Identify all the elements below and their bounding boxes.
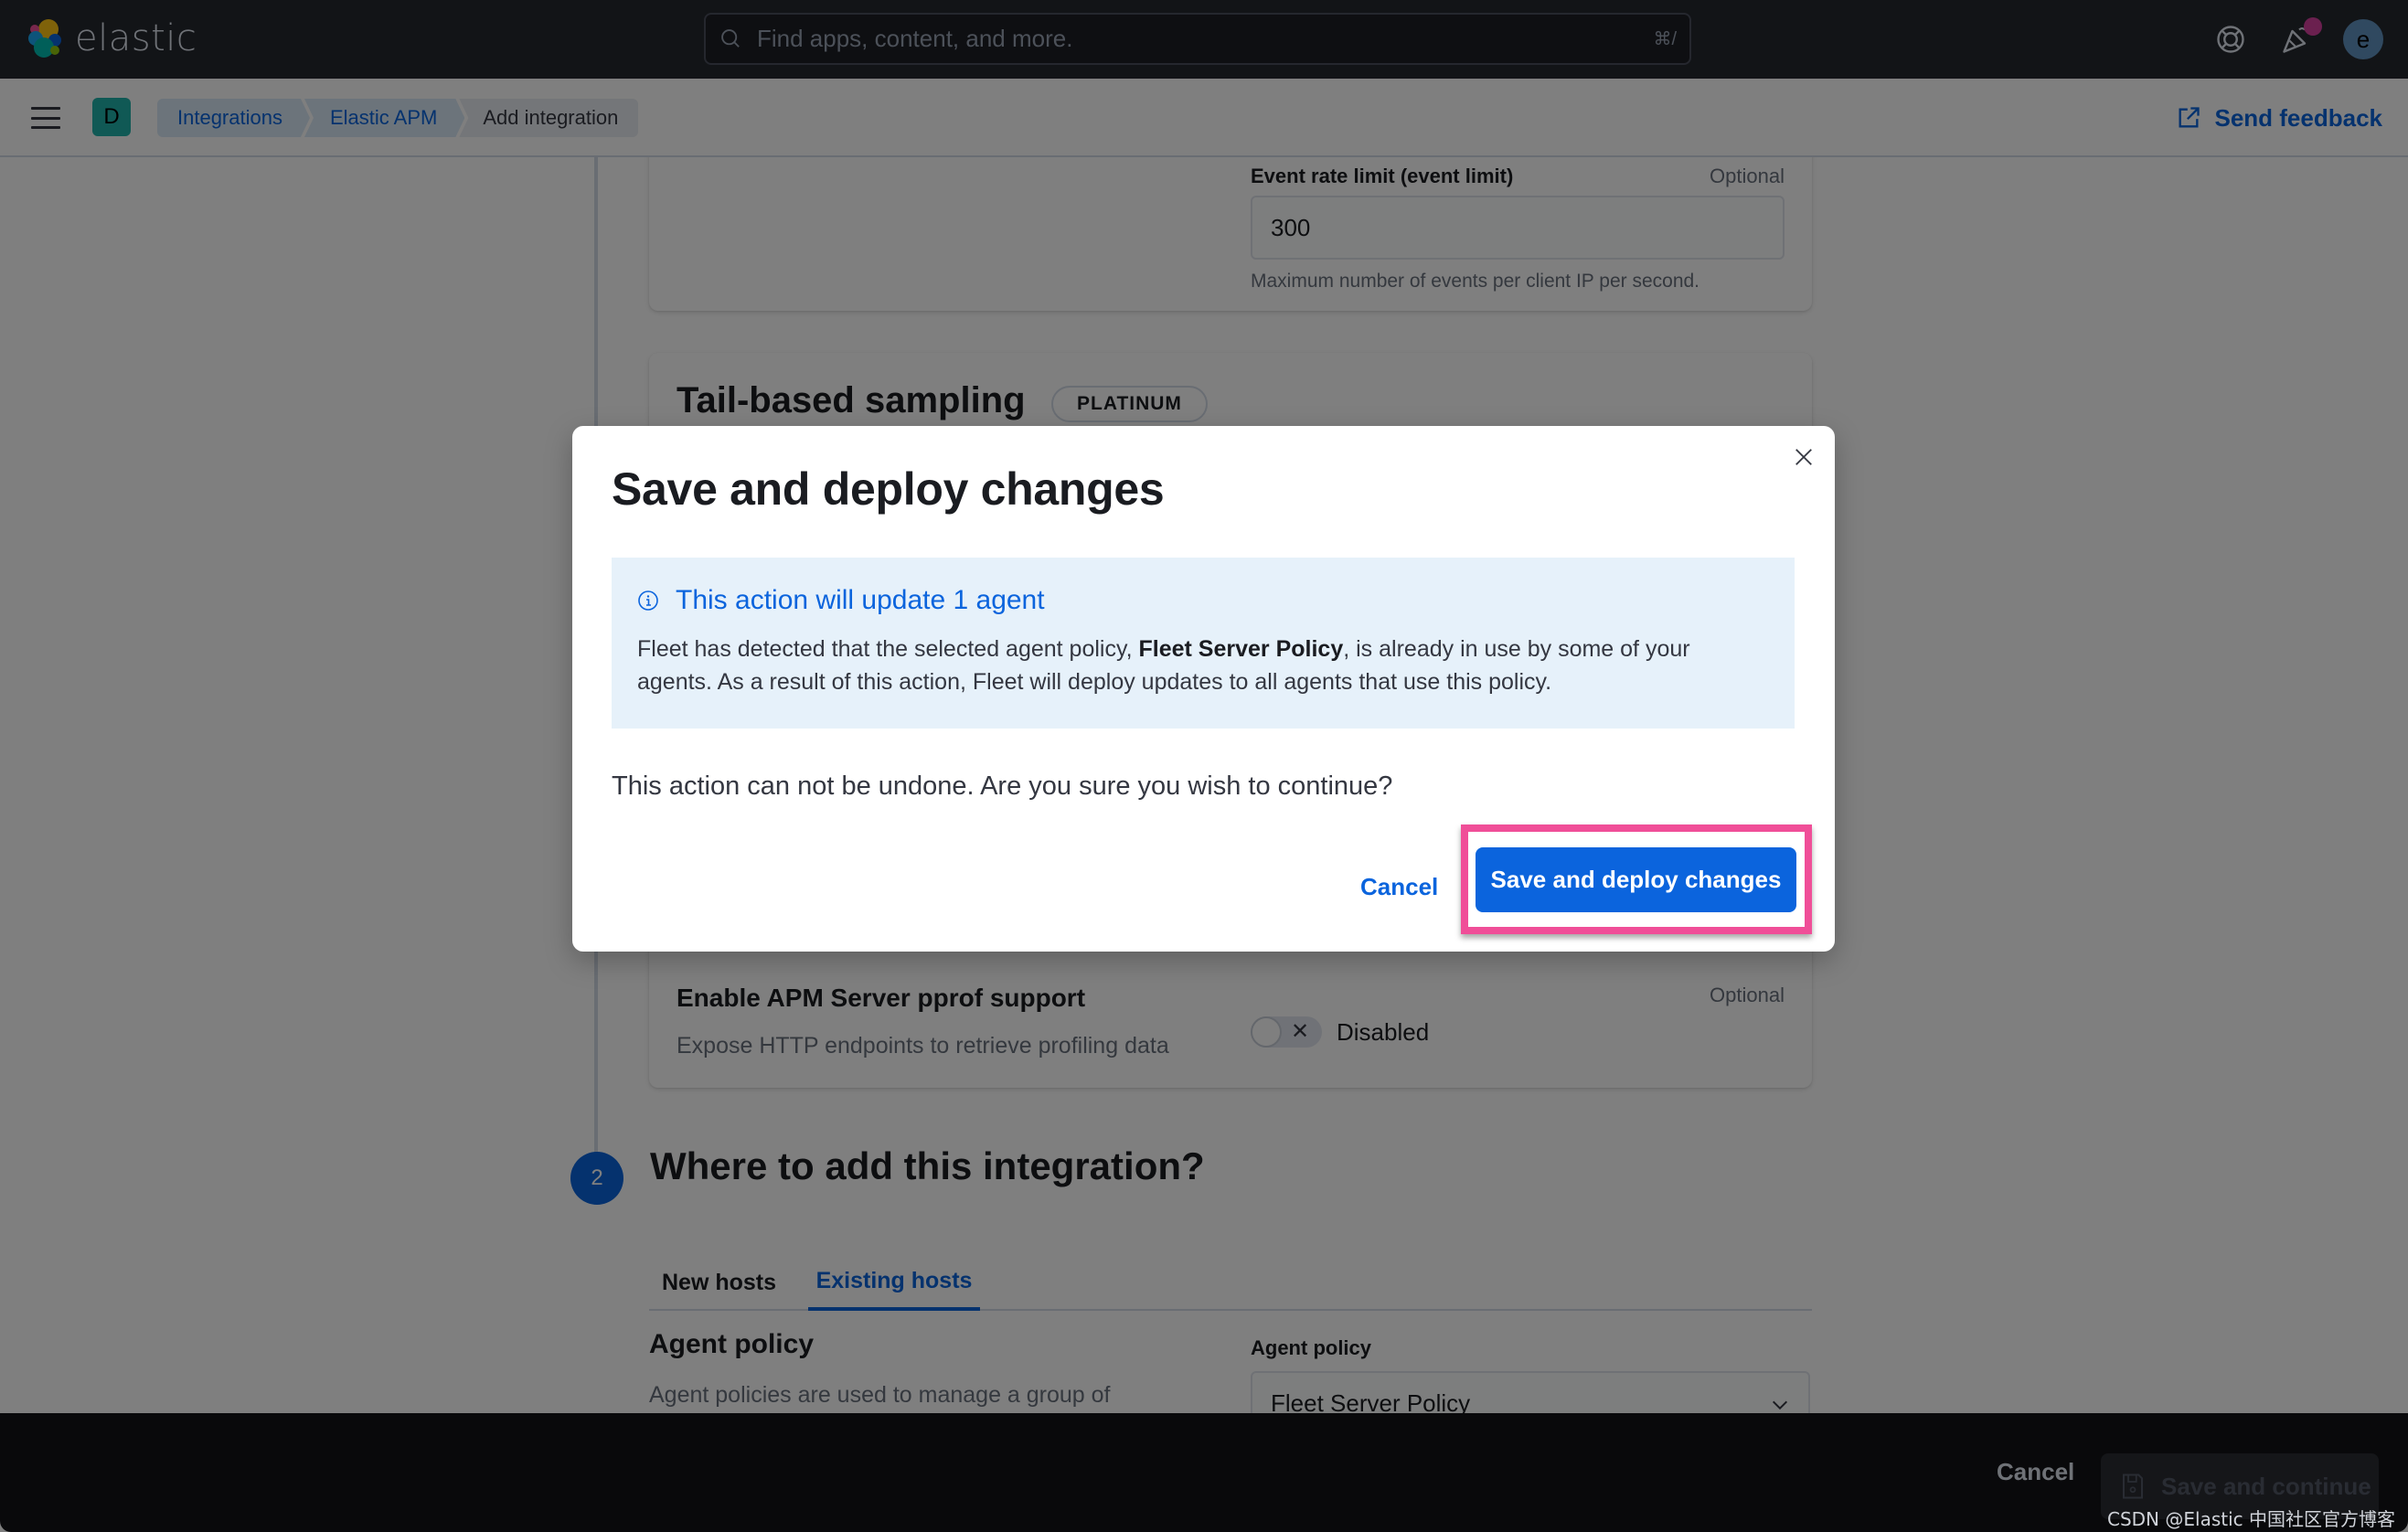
callout-header: This action will update 1 agent	[637, 585, 1769, 616]
confirm-modal: Save and deploy changes This action will…	[572, 426, 1835, 952]
callout-body: Fleet has detected that the selected age…	[637, 633, 1769, 698]
watermark: CSDN @Elastic 中国社区官方博客	[2107, 1508, 2395, 1530]
policy-name: Fleet Server Policy	[1138, 636, 1344, 662]
confirm-question: This action can not be undone. Are you s…	[612, 771, 1393, 801]
modal-cancel-button[interactable]: Cancel	[1360, 868, 1438, 905]
info-icon	[638, 590, 658, 611]
callout-body-pre: Fleet has detected that the selected age…	[637, 636, 1139, 662]
save-and-deploy-button[interactable]: Save and deploy changes	[1476, 847, 1796, 912]
modal-title: Save and deploy changes	[612, 463, 1165, 515]
info-callout: This action will update 1 agent Fleet ha…	[612, 558, 1795, 729]
close-icon	[1795, 449, 1812, 465]
modal-close-button[interactable]	[1787, 441, 1820, 473]
callout-title: This action will update 1 agent	[676, 585, 1045, 615]
